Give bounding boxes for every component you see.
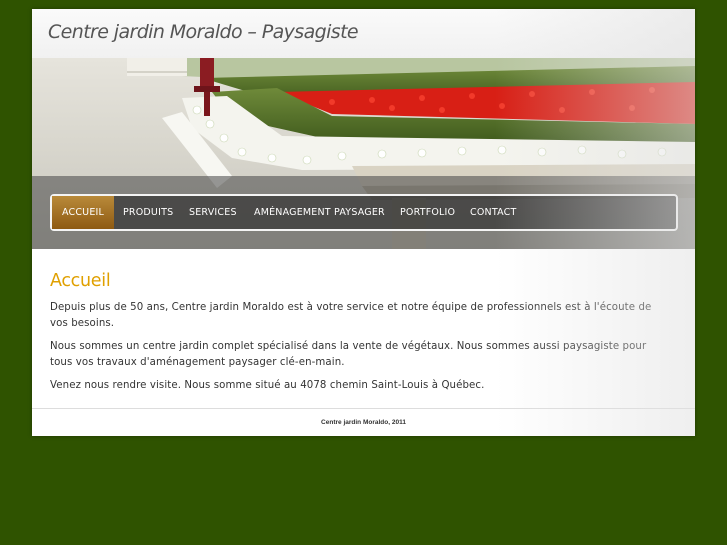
nav-item-contact[interactable]: CONTACT	[470, 196, 516, 229]
services-paragraph: Nous sommes un centre jardin complet spé…	[50, 341, 647, 368]
address-paragraph: Venez nous rendre visite. Nous somme sit…	[50, 380, 485, 391]
page-container: Centre jardin Moraldo – Paysagiste ACCUE…	[32, 9, 695, 436]
site-header: Centre jardin Moraldo – Paysagiste	[32, 9, 695, 58]
site-title[interactable]: Centre jardin Moraldo – Paysagiste	[48, 21, 359, 43]
nav-label: PORTFOLIO	[400, 207, 456, 218]
nav-item-produits[interactable]: PRODUITS	[123, 196, 173, 229]
nav-item-services[interactable]: SERVICES	[189, 196, 237, 229]
main-content: Accueil Depuis plus de 50 ans, Centre ja…	[50, 269, 670, 391]
nav-label: ACCUEIL	[61, 207, 105, 218]
page-heading: Accueil	[50, 271, 111, 291]
nav-label: CONTACT	[470, 207, 517, 218]
nav-label: PRODUITS	[123, 207, 174, 218]
intro-paragraph: Depuis plus de 50 ans, Centre jardin Mor…	[50, 302, 652, 329]
main-navigation: ACCUEIL PRODUITS SERVICES AMÉNAGEMENT PA…	[50, 194, 678, 231]
copyright-text: Centre jardin Moraldo, 2011	[321, 419, 406, 426]
nav-item-amenagement-paysager[interactable]: AMÉNAGEMENT PAYSAGER	[254, 196, 385, 229]
nav-label: AMÉNAGEMENT PAYSAGER	[254, 207, 385, 218]
nav-item-portfolio[interactable]: PORTFOLIO	[400, 196, 455, 229]
site-footer: Centre jardin Moraldo, 2011	[32, 408, 695, 436]
nav-label: SERVICES	[189, 207, 237, 218]
nav-item-accueil[interactable]: ACCUEIL	[52, 196, 114, 229]
